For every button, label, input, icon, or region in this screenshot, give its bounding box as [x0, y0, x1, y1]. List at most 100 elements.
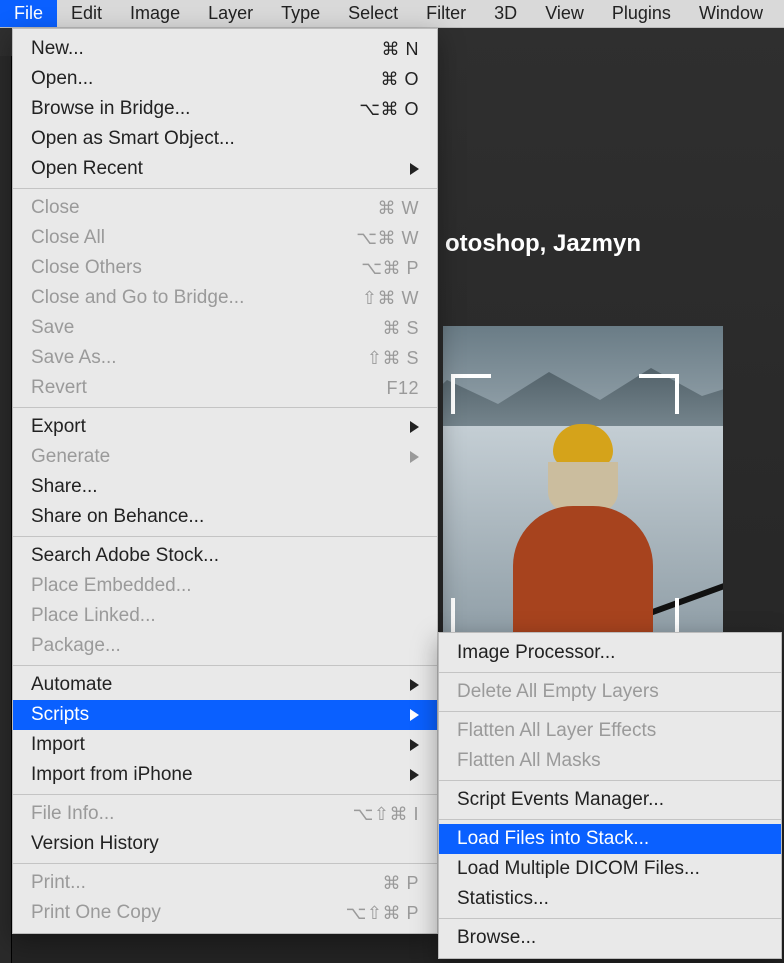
- file-menu-item-share-on-behance[interactable]: Share on Behance...: [13, 502, 437, 532]
- menu-item-label: Share...: [31, 474, 419, 500]
- menu-item-shortcut: ⌘ S: [339, 315, 419, 341]
- scripts-menu-item-script-events-manager[interactable]: Script Events Manager...: [439, 785, 781, 815]
- submenu-arrow-icon: [410, 769, 419, 781]
- menubar: FileEditImageLayerTypeSelectFilter3DView…: [0, 0, 784, 28]
- menu-separator: [13, 536, 437, 537]
- file-menu-item-open-as-smart-object[interactable]: Open as Smart Object...: [13, 124, 437, 154]
- file-menu-item-place-linked: Place Linked...: [13, 601, 437, 631]
- menu-separator: [439, 711, 781, 712]
- file-menu-item-place-embedded: Place Embedded...: [13, 571, 437, 601]
- menu-item-label: Open...: [31, 66, 339, 92]
- menu-item-label: Open Recent: [31, 156, 400, 182]
- menu-item-label: Import: [31, 732, 400, 758]
- file-menu-item-close: Close⌘ W: [13, 193, 437, 223]
- scripts-menu-item-flatten-all-layer-effects: Flatten All Layer Effects: [439, 716, 781, 746]
- menu-item-shortcut: ⌘ W: [339, 195, 419, 221]
- menu-separator: [439, 780, 781, 781]
- menu-item-label: Print...: [31, 870, 339, 896]
- menu-item-shortcut: ⌥⇧⌘ I: [339, 801, 419, 827]
- crop-corner-icon: [451, 374, 491, 414]
- menu-item-label: Package...: [31, 633, 419, 659]
- menu-item-shortcut: ⌘ O: [339, 66, 419, 92]
- menubar-item-3d[interactable]: 3D: [480, 0, 531, 27]
- file-menu-item-file-info: File Info...⌥⇧⌘ I: [13, 799, 437, 829]
- submenu-arrow-icon: [410, 709, 419, 721]
- menubar-item-image[interactable]: Image: [116, 0, 194, 27]
- menu-item-label: Import from iPhone: [31, 762, 400, 788]
- menubar-item-plugins[interactable]: Plugins: [598, 0, 685, 27]
- menu-item-label: Print One Copy: [31, 900, 339, 926]
- menubar-item-filter[interactable]: Filter: [412, 0, 480, 27]
- menu-separator: [13, 665, 437, 666]
- scripts-menu-item-image-processor[interactable]: Image Processor...: [439, 638, 781, 668]
- menu-item-label: Script Events Manager...: [457, 787, 763, 813]
- menu-item-label: Version History: [31, 831, 419, 857]
- menu-item-label: Close All: [31, 225, 339, 251]
- menu-item-label: Revert: [31, 375, 339, 401]
- submenu-arrow-icon: [410, 679, 419, 691]
- menu-item-shortcut: ⌥⌘ O: [339, 96, 419, 122]
- file-menu-item-print: Print...⌘ P: [13, 868, 437, 898]
- menu-item-label: Image Processor...: [457, 640, 763, 666]
- menu-item-label: Load Multiple DICOM Files...: [457, 856, 763, 882]
- scripts-menu-item-load-files-into-stack[interactable]: Load Files into Stack...: [439, 824, 781, 854]
- file-menu-item-import[interactable]: Import: [13, 730, 437, 760]
- file-menu-item-browse-in-bridge[interactable]: Browse in Bridge...⌥⌘ O: [13, 94, 437, 124]
- menu-item-label: Generate: [31, 444, 400, 470]
- menubar-item-file[interactable]: File: [0, 0, 57, 27]
- menu-item-label: Automate: [31, 672, 400, 698]
- file-menu-item-automate[interactable]: Automate: [13, 670, 437, 700]
- file-menu-item-close-others: Close Others⌥⌘ P: [13, 253, 437, 283]
- menu-separator: [439, 918, 781, 919]
- menu-item-label: Browse in Bridge...: [31, 96, 339, 122]
- file-menu-item-share[interactable]: Share...: [13, 472, 437, 502]
- menu-item-label: Place Linked...: [31, 603, 419, 629]
- menu-item-shortcut: ⌘ N: [339, 36, 419, 62]
- file-menu-item-scripts[interactable]: Scripts: [13, 700, 437, 730]
- file-menu-item-new[interactable]: New...⌘ N: [13, 34, 437, 64]
- menu-item-label: Load Files into Stack...: [457, 826, 763, 852]
- file-menu-item-print-one-copy: Print One Copy⌥⇧⌘ P: [13, 898, 437, 928]
- scripts-menu-item-flatten-all-masks: Flatten All Masks: [439, 746, 781, 776]
- file-menu-item-open[interactable]: Open...⌘ O: [13, 64, 437, 94]
- file-menu-item-import-from-iphone[interactable]: Import from iPhone: [13, 760, 437, 790]
- file-menu-item-search-adobe-stock[interactable]: Search Adobe Stock...: [13, 541, 437, 571]
- file-menu-item-package: Package...: [13, 631, 437, 661]
- menubar-item-edit[interactable]: Edit: [57, 0, 116, 27]
- scripts-menu-item-load-multiple-dicom-files[interactable]: Load Multiple DICOM Files...: [439, 854, 781, 884]
- menubar-item-layer[interactable]: Layer: [194, 0, 267, 27]
- file-menu-item-save-as: Save As...⇧⌘ S: [13, 343, 437, 373]
- file-menu-item-export[interactable]: Export: [13, 412, 437, 442]
- menu-item-shortcut: ⌥⌘ P: [339, 255, 419, 281]
- submenu-arrow-icon: [410, 163, 419, 175]
- menu-separator: [439, 819, 781, 820]
- file-menu-item-save: Save⌘ S: [13, 313, 437, 343]
- menubar-item-view[interactable]: View: [531, 0, 598, 27]
- menu-item-label: Scripts: [31, 702, 400, 728]
- file-menu-item-open-recent[interactable]: Open Recent: [13, 154, 437, 184]
- menubar-item-type[interactable]: Type: [267, 0, 334, 27]
- menu-item-label: Open as Smart Object...: [31, 126, 419, 152]
- menubar-item-window[interactable]: Window: [685, 0, 777, 27]
- left-edge: [0, 56, 12, 963]
- scripts-menu-item-browse[interactable]: Browse...: [439, 923, 781, 953]
- scripts-menu-item-delete-all-empty-layers: Delete All Empty Layers: [439, 677, 781, 707]
- menu-item-label: Delete All Empty Layers: [457, 679, 763, 705]
- scripts-menu-item-statistics[interactable]: Statistics...: [439, 884, 781, 914]
- menu-separator: [13, 863, 437, 864]
- menu-item-label: Browse...: [457, 925, 763, 951]
- file-menu-item-close-all: Close All⌥⌘ W: [13, 223, 437, 253]
- file-menu-item-generate: Generate: [13, 442, 437, 472]
- scripts-submenu: Image Processor... Delete All Empty Layer…: [438, 632, 782, 959]
- welcome-text: otoshop, Jazmyn: [445, 230, 641, 258]
- menu-item-shortcut: ⇧⌘ S: [339, 345, 419, 371]
- file-menu-item-version-history[interactable]: Version History: [13, 829, 437, 859]
- menu-item-label: Statistics...: [457, 886, 763, 912]
- menubar-item-select[interactable]: Select: [334, 0, 412, 27]
- menu-item-label: Flatten All Layer Effects: [457, 718, 763, 744]
- menu-item-shortcut: ⌥⌘ W: [339, 225, 419, 251]
- document-thumbnail[interactable]: [443, 326, 723, 664]
- submenu-arrow-icon: [410, 421, 419, 433]
- menu-item-label: Share on Behance...: [31, 504, 419, 530]
- menu-separator: [439, 672, 781, 673]
